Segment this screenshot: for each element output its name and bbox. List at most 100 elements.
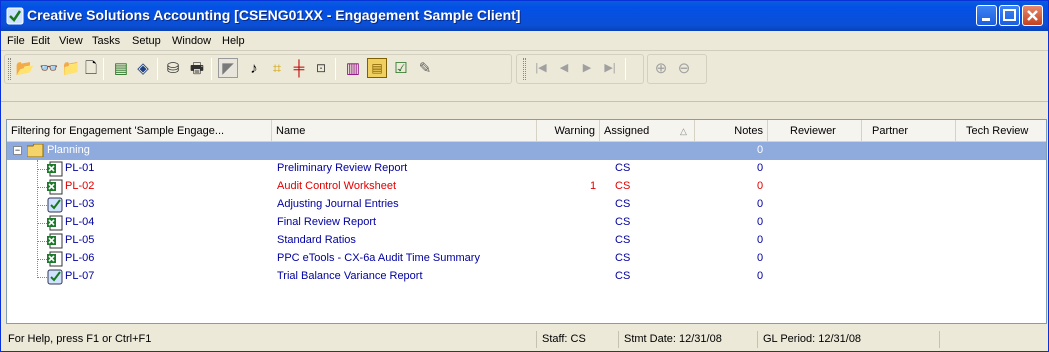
row-warning: 1 bbox=[590, 180, 597, 192]
excel-icon bbox=[47, 161, 63, 177]
menu-bar: File Edit View Tasks Setup Window Help bbox=[1, 31, 1048, 51]
folder-notes: 0 bbox=[757, 144, 764, 156]
toolbar-separator bbox=[211, 58, 212, 80]
column-header-reviewer[interactable]: Reviewer bbox=[768, 120, 862, 142]
menu-help[interactable]: Help bbox=[222, 35, 245, 47]
maximize-icon bbox=[1003, 9, 1016, 21]
new-document-icon[interactable]: 🗋 bbox=[81, 58, 101, 78]
first-record-icon[interactable]: |◀ bbox=[531, 58, 551, 78]
row-name: Trial Balance Variance Report bbox=[277, 270, 423, 282]
zoom-out-icon[interactable]: ⊖ bbox=[674, 58, 694, 78]
excel-icon bbox=[47, 179, 63, 195]
prepare-icon[interactable]: ◤ bbox=[218, 58, 238, 78]
next-record-icon[interactable]: ▶ bbox=[577, 58, 597, 78]
maximize-button[interactable] bbox=[999, 5, 1020, 26]
toolbar-separator bbox=[625, 58, 626, 80]
zoom-in-icon[interactable]: ⊕ bbox=[651, 58, 671, 78]
menu-setup[interactable]: Setup bbox=[132, 35, 161, 47]
toolbar-separator bbox=[103, 58, 104, 80]
menu-edit[interactable]: Edit bbox=[31, 35, 50, 47]
column-header-warning[interactable]: Warning bbox=[537, 120, 600, 142]
excel-icon bbox=[47, 233, 63, 249]
table-row[interactable]: PL-02 Audit Control Worksheet 1 CS 0 bbox=[7, 178, 1046, 196]
table-row[interactable]: PL-07 Trial Balance Variance Report CS 0 bbox=[7, 268, 1046, 286]
app-checkmark-icon bbox=[6, 7, 24, 25]
column-header-notes[interactable]: Notes bbox=[695, 120, 768, 142]
folder-icon bbox=[27, 144, 44, 157]
list-header: Filtering for Engagement 'Sample Engage.… bbox=[7, 120, 1046, 142]
row-name: PPC eTools - CX-6a Audit Time Summary bbox=[277, 252, 480, 264]
checkmark-doc-icon bbox=[47, 269, 63, 285]
application-window: Creative Solutions Accounting [CSENG01XX… bbox=[0, 0, 1049, 352]
cross-icon[interactable]: ╪ bbox=[289, 58, 309, 78]
toolbar-separator bbox=[157, 58, 158, 80]
row-name: Preliminary Review Report bbox=[277, 162, 408, 174]
row-assigned: CS bbox=[615, 252, 631, 264]
row-name: Standard Ratios bbox=[277, 234, 356, 246]
toolbar-grip[interactable] bbox=[8, 58, 11, 80]
previous-record-icon[interactable]: ◀ bbox=[554, 58, 574, 78]
row-assigned: CS bbox=[615, 198, 631, 210]
menu-file[interactable]: File bbox=[7, 35, 25, 47]
toolbar-separator bbox=[335, 58, 336, 80]
tree-connector bbox=[37, 169, 47, 170]
table-row[interactable]: PL-01 Preliminary Review Report CS 0 bbox=[7, 160, 1046, 178]
ledger-icon[interactable]: ▤ bbox=[111, 58, 131, 78]
row-assigned: CS bbox=[615, 162, 631, 174]
column-header-tech-review[interactable]: Tech Review bbox=[956, 120, 1046, 142]
sign-icon[interactable]: ▤ bbox=[367, 58, 387, 78]
open-folder-icon[interactable]: 📂 bbox=[15, 58, 35, 78]
print-icon[interactable]: 🖶 bbox=[187, 58, 207, 78]
disk-icon[interactable]: ⛁ bbox=[163, 58, 183, 78]
table-row[interactable]: PL-04 Final Review Report CS 0 bbox=[7, 214, 1046, 232]
row-id: PL-05 bbox=[65, 234, 95, 246]
row-id: PL-07 bbox=[65, 270, 95, 282]
new-folder-icon[interactable]: 📁 bbox=[61, 58, 81, 78]
row-assigned: CS bbox=[615, 180, 631, 192]
tree-connector bbox=[37, 205, 47, 206]
checkmark-doc-icon bbox=[47, 197, 63, 213]
row-notes: 0 bbox=[757, 270, 764, 282]
sort-ascending-icon: △ bbox=[680, 126, 687, 136]
table-row[interactable]: PL-03 Adjusting Journal Entries CS 0 bbox=[7, 196, 1046, 214]
column-header-assigned-label: Assigned bbox=[604, 125, 650, 137]
reference-icon[interactable]: ⊡ bbox=[311, 58, 331, 78]
note-icon[interactable]: ♪ bbox=[244, 58, 264, 78]
tree-connector bbox=[37, 223, 47, 224]
excel-icon bbox=[47, 215, 63, 231]
collapse-icon[interactable]: − bbox=[13, 146, 22, 155]
diamond-icon[interactable]: ◈ bbox=[133, 58, 153, 78]
minimize-icon bbox=[982, 18, 990, 21]
table-row[interactable]: PL-06 PPC eTools - CX-6a Audit Time Summ… bbox=[7, 250, 1046, 268]
row-name: Audit Control Worksheet bbox=[277, 180, 397, 192]
row-name: Adjusting Journal Entries bbox=[277, 198, 399, 210]
close-button[interactable] bbox=[1022, 5, 1043, 26]
menu-window[interactable]: Window bbox=[172, 35, 211, 47]
review-icon[interactable]: ☑ bbox=[391, 58, 411, 78]
row-id: PL-01 bbox=[65, 162, 95, 174]
menu-tasks[interactable]: Tasks bbox=[92, 35, 120, 47]
row-assigned: CS bbox=[615, 270, 631, 282]
folder-row-planning[interactable]: − Planning 0 bbox=[7, 142, 1046, 160]
column-header-partner[interactable]: Partner bbox=[862, 120, 956, 142]
row-notes: 0 bbox=[757, 198, 764, 210]
table-row[interactable]: PL-05 Standard Ratios CS 0 bbox=[7, 232, 1046, 250]
books-icon[interactable]: ▥ bbox=[343, 58, 363, 78]
toolbar-grip[interactable] bbox=[523, 58, 526, 80]
row-id: PL-03 bbox=[65, 198, 95, 210]
row-notes: 0 bbox=[757, 180, 764, 192]
menu-view[interactable]: View bbox=[59, 35, 83, 47]
tickmark-icon[interactable]: ⌗ bbox=[267, 58, 287, 78]
status-stmt-date: Stmt Date: 12/31/08 bbox=[618, 331, 755, 348]
status-empty-panel bbox=[939, 331, 1045, 348]
title-bar[interactable]: Creative Solutions Accounting [CSENG01XX… bbox=[1, 1, 1048, 31]
minimize-button[interactable] bbox=[976, 5, 997, 26]
row-assigned: CS bbox=[615, 216, 631, 228]
column-header-filter[interactable]: Filtering for Engagement 'Sample Engage.… bbox=[7, 120, 272, 142]
signoff-icon[interactable]: ✎ bbox=[415, 58, 435, 78]
column-header-assigned[interactable]: Assigned △ bbox=[600, 120, 695, 142]
column-header-name[interactable]: Name bbox=[272, 120, 537, 142]
document-list[interactable]: Filtering for Engagement 'Sample Engage.… bbox=[6, 119, 1047, 324]
last-record-icon[interactable]: ▶| bbox=[600, 58, 620, 78]
binoculars-icon[interactable]: 👓 bbox=[39, 58, 59, 78]
